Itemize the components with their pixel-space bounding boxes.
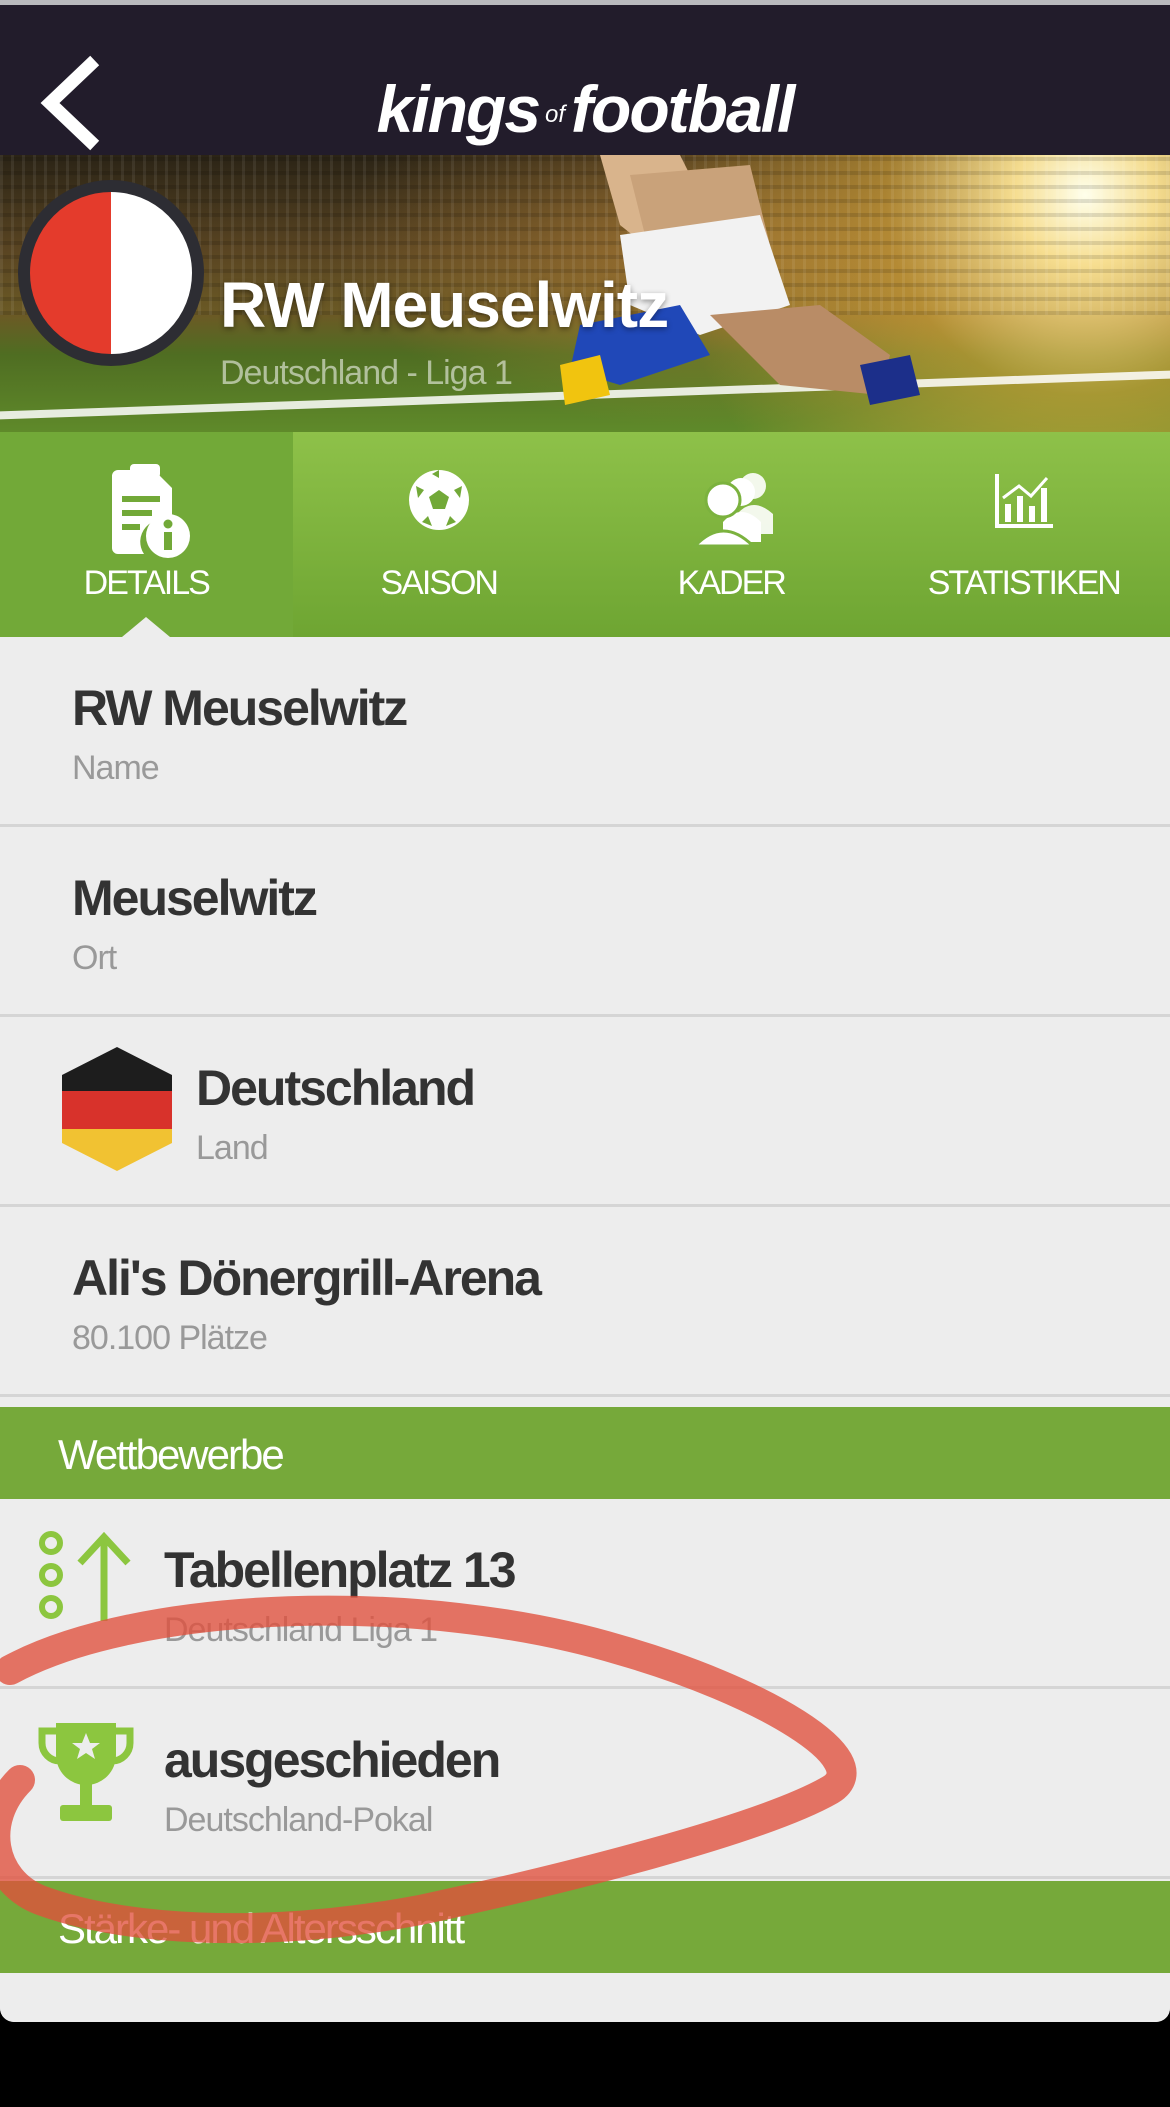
section-header-wettbewerbe: Wettbewerbe	[0, 1407, 1170, 1499]
top-bar: kings offootball	[0, 5, 1170, 155]
competition-row-cup[interactable]: ausgeschieden Deutschland-Pokal	[0, 1689, 1170, 1879]
tab-bar: DETAILS SAISON KADER STATISTIKEN	[0, 432, 1170, 637]
club-badge-icon	[18, 180, 204, 366]
soccer-ball-icon	[408, 470, 469, 530]
detail-label: Name	[72, 749, 160, 787]
logo-of: of	[545, 101, 566, 128]
active-tab-pointer	[122, 617, 170, 637]
tab-kader-label: KADER	[677, 564, 787, 602]
bar-chart-icon	[994, 474, 1053, 528]
team-people-icon	[691, 473, 774, 548]
section-title: Stärke- und Altersschnitt	[58, 1905, 465, 1952]
competition-value: ausgeschieden	[164, 1732, 501, 1788]
tab-statistiken[interactable]: STATISTIKEN	[878, 432, 1170, 637]
detail-row-name: RW Meuselwitz Name	[0, 637, 1170, 827]
detail-value: Meuselwitz	[72, 870, 318, 926]
detail-row-stadium: Ali's Dönergrill-Arena 80.100 Plätze	[0, 1207, 1170, 1397]
detail-row-land[interactable]: Deutschland Land	[0, 1017, 1170, 1207]
competition-label: Deutschland Liga 1	[164, 1611, 438, 1649]
detail-value: Ali's Dönergrill-Arena	[72, 1250, 542, 1306]
logo-kings: kings	[376, 72, 541, 146]
app-logo: kings offootball	[0, 71, 1170, 147]
section-header-staerke: Stärke- und Altersschnitt	[0, 1881, 1170, 1973]
section-title: Wettbewerbe	[58, 1431, 285, 1478]
detail-row-ort: Meuselwitz Ort	[0, 827, 1170, 1017]
tab-details-label: DETAILS	[83, 564, 211, 602]
document-info-icon	[112, 464, 191, 558]
tab-saison-label: SAISON	[380, 564, 499, 602]
list-continuation	[0, 1973, 1170, 2022]
trophy-icon	[38, 1723, 134, 1821]
club-league: Deutschland - Liga 1	[220, 354, 513, 392]
detail-label: Ort	[72, 939, 117, 977]
detail-label: 80.100 Plätze	[72, 1319, 268, 1357]
competition-label: Deutschland-Pokal	[164, 1801, 433, 1839]
germany-flag-icon	[62, 1047, 172, 1171]
tab-statistiken-label: STATISTIKEN	[927, 564, 1122, 602]
detail-value: Deutschland	[196, 1060, 476, 1116]
logo-football: football	[571, 72, 795, 146]
detail-value: RW Meuselwitz	[72, 680, 408, 736]
competition-value: Tabellenplatz 13	[164, 1542, 517, 1598]
tab-details[interactable]: DETAILS	[0, 432, 293, 637]
tab-kader[interactable]: KADER	[585, 432, 878, 637]
tab-saison[interactable]: SAISON	[293, 432, 586, 637]
detail-label: Land	[196, 1129, 269, 1167]
app-screen: kings offootball RW Meuselwitz Deutschlan…	[0, 0, 1170, 2022]
rank-up-icon	[39, 1531, 131, 1621]
competition-row-league[interactable]: Tabellenplatz 13 Deutschland Liga 1	[0, 1499, 1170, 1689]
club-name-heading: RW Meuselwitz	[220, 269, 669, 341]
